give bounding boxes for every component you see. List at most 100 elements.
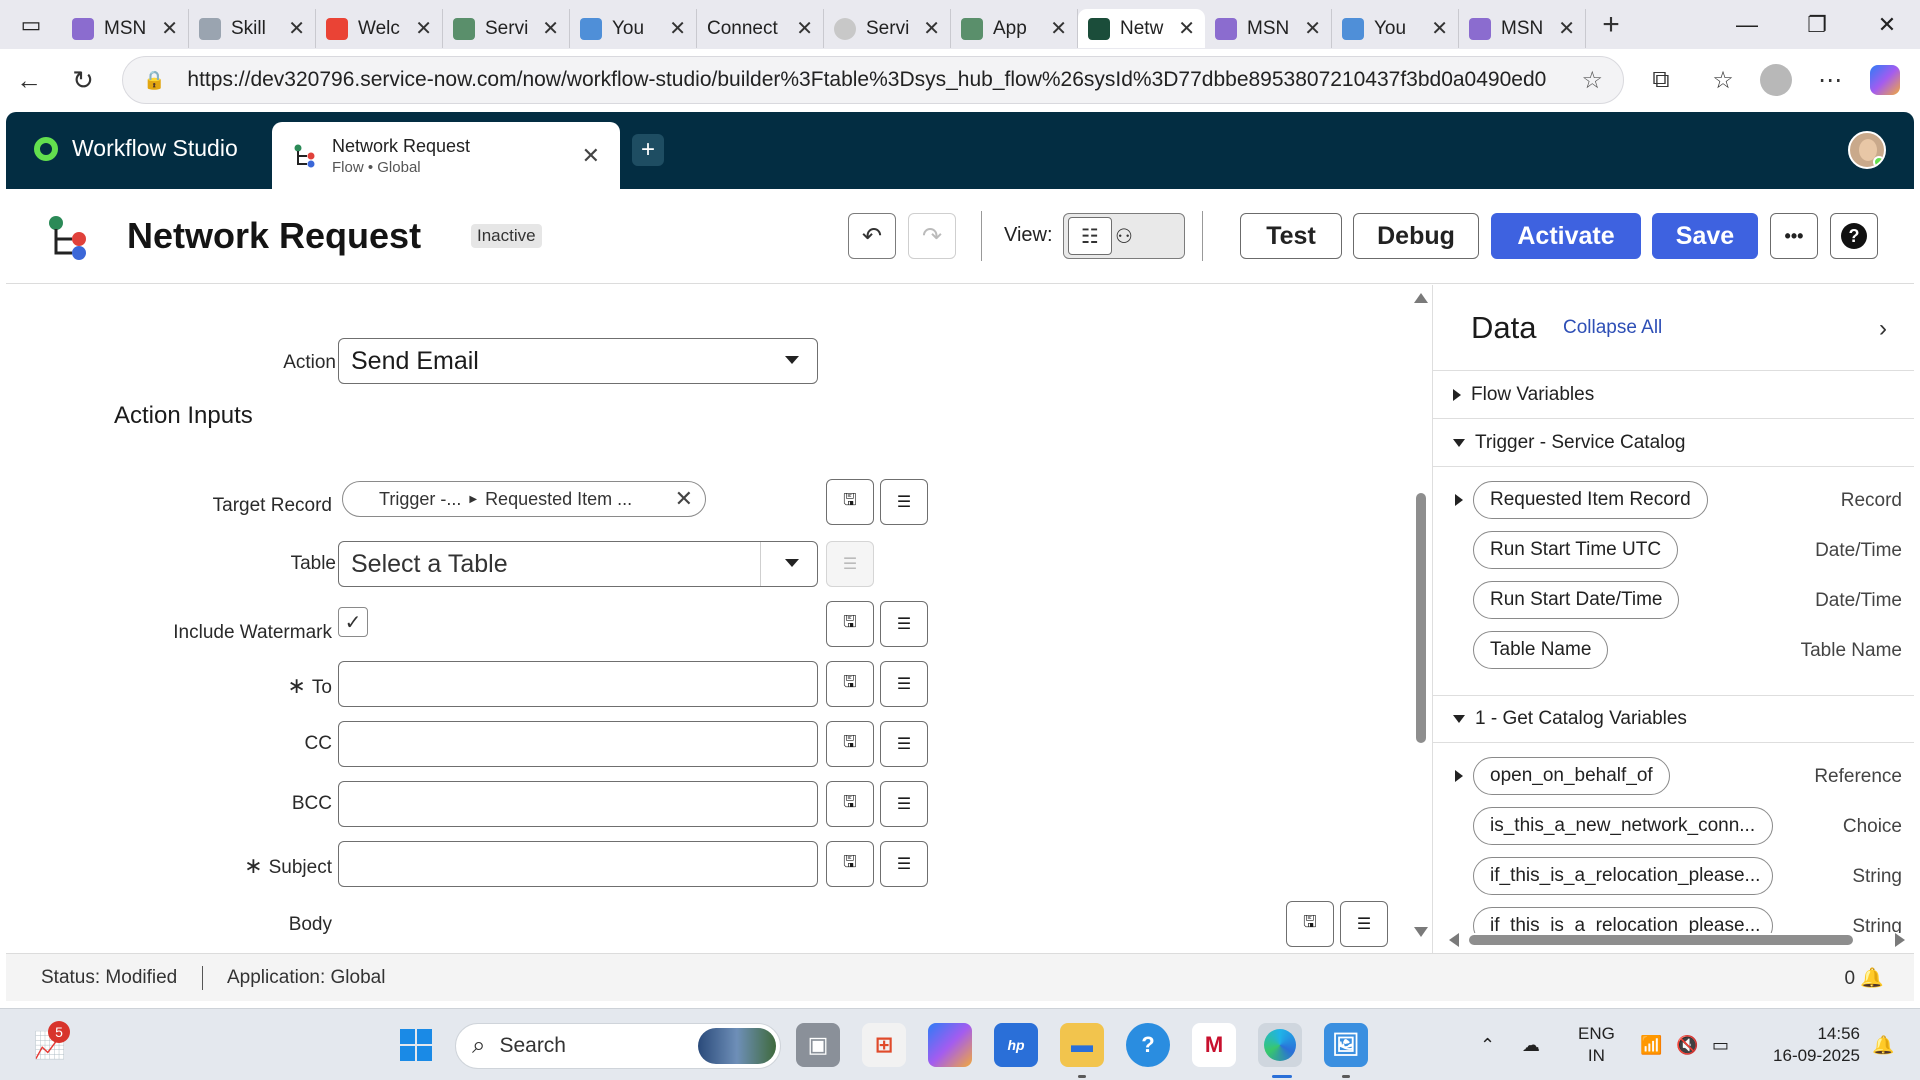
watermark-checkbox[interactable]: ✓	[338, 607, 368, 637]
editor-scrollbar[interactable]	[1410, 285, 1430, 953]
close-tab-icon[interactable]: ✕	[161, 16, 178, 41]
browser-tab[interactable]: Welc ✕	[316, 9, 443, 48]
toggle-scripting-button[interactable]: 🖫	[826, 479, 874, 525]
onedrive-icon[interactable]: ☁	[1522, 1009, 1540, 1080]
start-button[interactable]	[394, 1023, 438, 1067]
close-tab-icon[interactable]: ✕	[923, 16, 940, 41]
save-button[interactable]: Save	[1652, 213, 1758, 259]
data-pill[interactable]: if_this_is_a_relocation_please...	[1473, 857, 1773, 895]
file-explorer-icon[interactable]: ▬	[1060, 1023, 1104, 1067]
browser-tab[interactable]: You ✕	[1332, 9, 1459, 48]
favorite-star-icon[interactable]: ☆	[1581, 66, 1603, 95]
browser-tab[interactable]: Servi ✕	[824, 9, 951, 48]
more-options-icon[interactable]: ⋯	[1809, 59, 1851, 101]
flow-tab[interactable]: Network Request Flow • Global ✕	[272, 122, 620, 189]
browser-tab[interactable]: You ✕	[570, 9, 697, 48]
scroll-left-icon[interactable]	[1449, 933, 1459, 947]
data-pill[interactable]: Table Name	[1473, 631, 1609, 669]
close-tab-icon[interactable]: ✕	[542, 16, 559, 41]
scroll-down-icon[interactable]	[1414, 927, 1428, 937]
data-pill-picker-button[interactable]: ☰	[880, 841, 928, 887]
data-pill[interactable]: Run Start Date/Time	[1473, 581, 1680, 619]
test-button[interactable]: Test	[1240, 213, 1342, 259]
profile-icon[interactable]	[1755, 59, 1797, 101]
undo-button[interactable]: ↶	[848, 213, 896, 259]
copilot-icon[interactable]	[1864, 59, 1906, 101]
data-pill-picker-button[interactable]: ☰	[1340, 901, 1388, 947]
browser-tab[interactable]: Connect ✕	[697, 9, 824, 48]
lock-icon[interactable]: 🔒	[143, 70, 165, 91]
browser-tab[interactable]: MSN ✕	[62, 9, 189, 48]
toggle-scripting-button[interactable]: 🖫	[826, 841, 874, 887]
browser-tab[interactable]: MSN ✕	[1459, 9, 1586, 48]
workflow-studio-logo[interactable]: Workflow Studio	[34, 135, 238, 162]
minimize-button[interactable]: —	[1712, 0, 1782, 49]
panel-horizontal-scrollbar[interactable]	[1447, 933, 1907, 947]
refresh-button[interactable]: ↻	[60, 57, 106, 103]
wifi-icon[interactable]: 📶	[1640, 1009, 1662, 1080]
get-help-icon[interactable]: ?	[1126, 1023, 1170, 1067]
favorites-icon[interactable]: ☆	[1702, 59, 1744, 101]
toggle-scripting-button[interactable]: 🖫	[826, 721, 874, 767]
show-hidden-icons-button[interactable]: ⌃	[1480, 1009, 1495, 1080]
restore-button[interactable]: ❐	[1782, 0, 1852, 49]
mcafee-icon[interactable]: M	[1192, 1023, 1236, 1067]
data-pill-picker-button[interactable]: ☰	[880, 661, 928, 707]
data-pill[interactable]: open_on_behalf_of	[1473, 757, 1670, 795]
edge-icon[interactable]	[1258, 1023, 1302, 1067]
close-window-button[interactable]: ✕	[1852, 0, 1920, 49]
myhp-icon[interactable]: hp	[994, 1023, 1038, 1067]
action-select[interactable]: Send Email	[338, 338, 818, 384]
collapse-all-link[interactable]: Collapse All	[1563, 317, 1662, 339]
taskbar-search[interactable]: ⌕ Search	[455, 1023, 781, 1069]
browser-tab-active[interactable]: Netw ✕	[1078, 9, 1205, 48]
group-catalog-variables[interactable]: 1 - Get Catalog Variables	[1433, 695, 1914, 743]
bcc-input[interactable]	[338, 781, 818, 827]
user-avatar[interactable]	[1848, 131, 1886, 169]
scrollbar-thumb[interactable]	[1469, 935, 1853, 945]
close-tab-icon[interactable]: ✕	[1431, 16, 1448, 41]
data-pill-picker-button[interactable]: ☰	[880, 601, 928, 647]
copilot-app-icon[interactable]	[928, 1023, 972, 1067]
browser-tab[interactable]: Servi ✕	[443, 9, 570, 48]
toggle-scripting-button[interactable]: 🖫	[826, 781, 874, 827]
task-view-icon[interactable]: ▣	[796, 1023, 840, 1067]
toggle-scripting-button[interactable]: 🖫	[826, 601, 874, 647]
activate-button[interactable]: Activate	[1491, 213, 1641, 259]
close-tab-icon[interactable]: ✕	[288, 16, 305, 41]
help-button[interactable]: ?	[1830, 213, 1878, 259]
browser-tab[interactable]: App ✕	[951, 9, 1078, 48]
new-tab-button[interactable]: +	[1586, 8, 1636, 42]
clear-pill-icon[interactable]: ✕	[675, 486, 693, 512]
more-actions-button[interactable]: •••	[1770, 213, 1818, 259]
battery-icon[interactable]: ▭	[1712, 1009, 1729, 1080]
data-pill-picker-button[interactable]: ☰	[880, 479, 928, 525]
url-bar[interactable]: 🔒 https://dev320796.service-now.com/now/…	[122, 56, 1624, 104]
group-flow-variables[interactable]: Flow Variables	[1433, 371, 1914, 419]
scroll-up-icon[interactable]	[1414, 293, 1428, 303]
expand-icon[interactable]	[1455, 494, 1463, 506]
store-icon[interactable]: ⊞	[862, 1023, 906, 1067]
expand-icon[interactable]	[1455, 770, 1463, 782]
extensions-icon[interactable]: ⧉	[1640, 59, 1682, 101]
toggle-scripting-button[interactable]: 🖫	[826, 661, 874, 707]
subject-input[interactable]	[338, 841, 818, 887]
notifications-button[interactable]: 0 🔔	[1844, 966, 1884, 990]
scrollbar-thumb[interactable]	[1416, 493, 1426, 743]
cc-input[interactable]	[338, 721, 818, 767]
data-pill[interactable]: is_this_a_new_network_conn...	[1473, 807, 1773, 845]
target-record-pill[interactable]: Trigger -... ▶ Requested Item ... ✕	[342, 481, 706, 517]
data-pill[interactable]: Run Start Time UTC	[1473, 531, 1679, 569]
browser-tab[interactable]: Skill ✕	[189, 9, 316, 48]
back-button[interactable]: ←	[6, 57, 52, 103]
close-tab-icon[interactable]: ✕	[1050, 16, 1067, 41]
close-tab-icon[interactable]: ✕	[669, 16, 686, 41]
language-indicator[interactable]: ENG IN	[1578, 1023, 1615, 1067]
close-tab-icon[interactable]: ✕	[415, 16, 432, 41]
collapse-panel-icon[interactable]: ›	[1879, 315, 1887, 343]
group-trigger[interactable]: Trigger - Service Catalog	[1433, 419, 1914, 467]
photos-icon[interactable]: 🖼	[1324, 1023, 1368, 1067]
notification-center-icon[interactable]: 🔔	[1872, 1009, 1894, 1080]
data-pill-picker-button[interactable]: ☰	[880, 781, 928, 827]
volume-muted-icon[interactable]: 🔇	[1676, 1009, 1698, 1080]
